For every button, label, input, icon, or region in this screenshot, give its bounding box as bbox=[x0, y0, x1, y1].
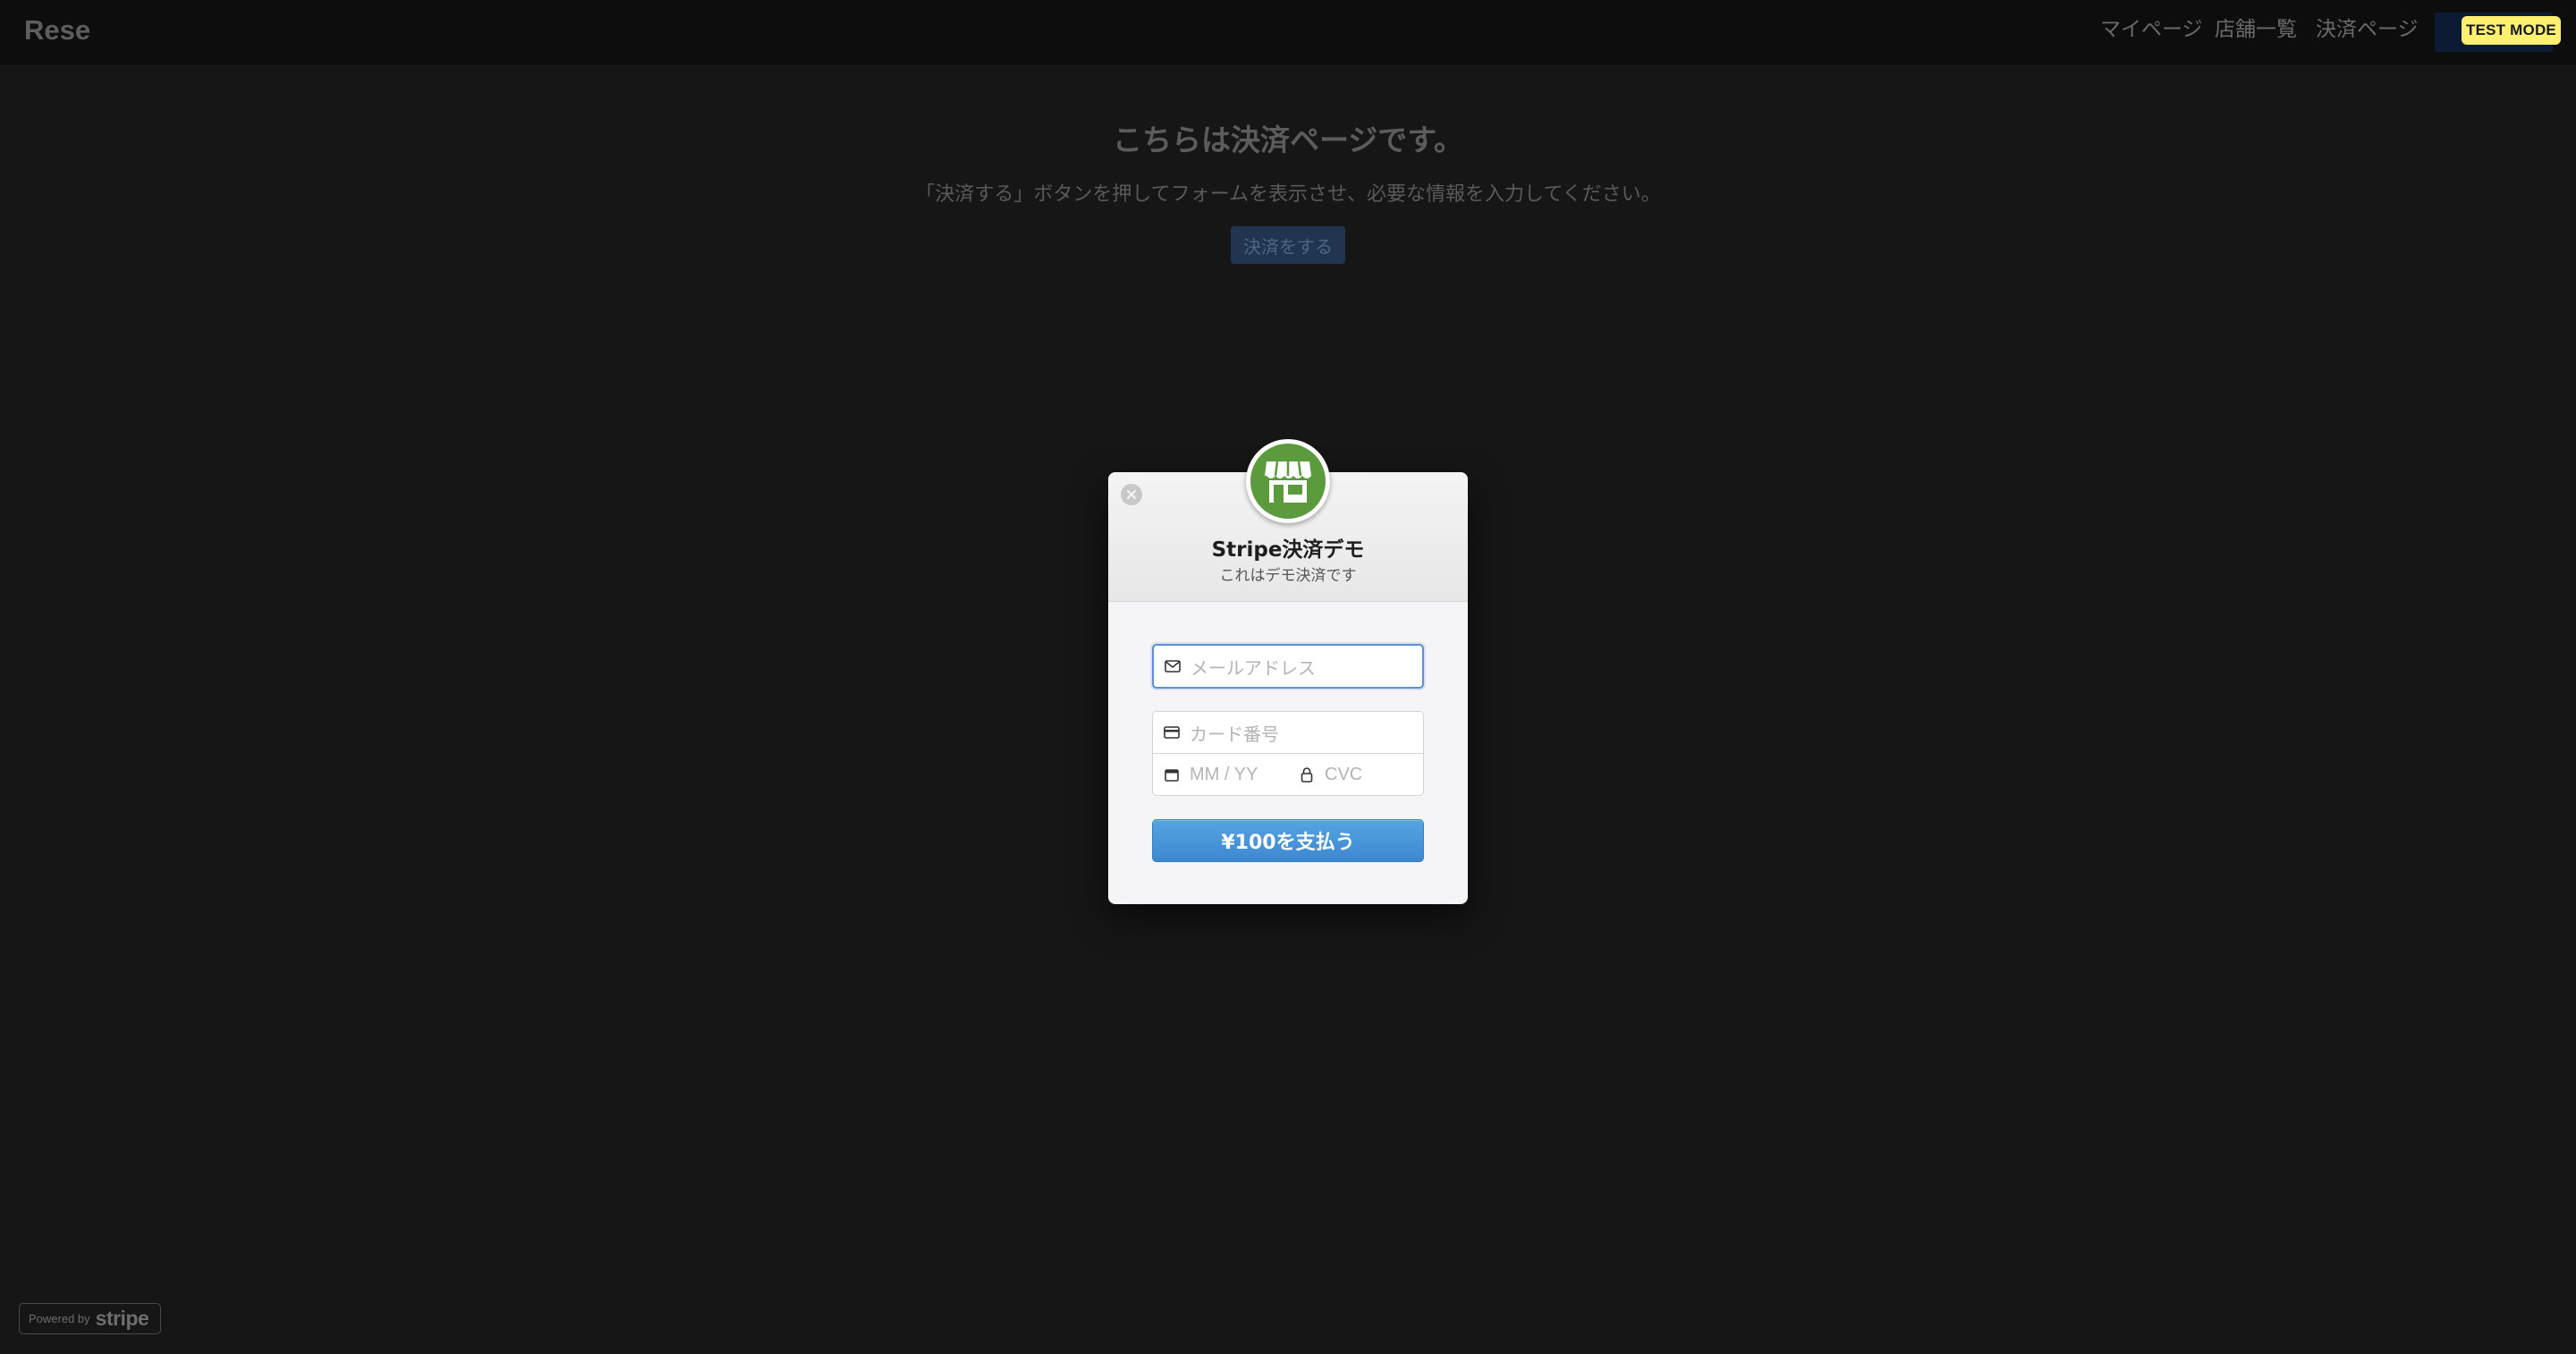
checkout-modal: Stripe決済デモ これはデモ決済です メールアドレス カード番号 MM / … bbox=[1108, 439, 1468, 904]
top-navbar: Rese マイページ 店舗一覧 決済ページ bbox=[0, 0, 2576, 66]
app-logo[interactable]: Rese bbox=[24, 14, 90, 47]
page-title: こちらは決済ページです。 bbox=[1112, 123, 1464, 157]
page-description: 「決済する」ボタンを押してフォームを表示させ、必要な情報を入力してください。 bbox=[915, 183, 1661, 206]
nav-payment-page[interactable]: 決済ページ bbox=[2316, 18, 2419, 41]
expiry-placeholder: MM / YY bbox=[1190, 764, 1258, 784]
expiry-field[interactable]: MM / YY bbox=[1152, 753, 1289, 796]
test-mode-badge: TEST MODE bbox=[2462, 16, 2561, 45]
close-icon[interactable] bbox=[1121, 484, 1142, 505]
open-checkout-button[interactable]: 決済をする bbox=[1231, 226, 1345, 264]
nav-mypage[interactable]: マイページ bbox=[2100, 18, 2203, 41]
store-name: Stripe決済デモ bbox=[1211, 538, 1365, 562]
store-avatar bbox=[1246, 439, 1330, 523]
stripe-logo: stripe bbox=[95, 1307, 149, 1330]
storefront-icon bbox=[1250, 444, 1326, 519]
card-number-placeholder: カード番号 bbox=[1190, 724, 1279, 745]
cvc-placeholder: CVC bbox=[1325, 764, 1363, 784]
powered-by-stripe-badge[interactable]: Powered by stripe bbox=[19, 1303, 161, 1334]
powered-by-text: Powered by bbox=[29, 1312, 90, 1325]
mail-icon bbox=[1164, 657, 1182, 675]
credit-card-icon bbox=[1163, 724, 1181, 741]
email-field[interactable]: メールアドレス bbox=[1152, 644, 1424, 689]
checkout-header: Stripe決済デモ これはデモ決済です bbox=[1108, 439, 1468, 602]
pay-submit-button[interactable]: ¥100を支払う bbox=[1152, 819, 1424, 862]
calendar-icon bbox=[1163, 766, 1181, 783]
nav-shop-list[interactable]: 店舗一覧 bbox=[2215, 18, 2297, 41]
lock-icon bbox=[1298, 766, 1316, 783]
email-placeholder: メールアドレス bbox=[1191, 658, 1316, 679]
store-description: これはデモ決済です bbox=[1219, 567, 1357, 585]
cvc-field[interactable]: CVC bbox=[1288, 753, 1424, 796]
card-number-field[interactable]: カード番号 bbox=[1152, 711, 1424, 754]
